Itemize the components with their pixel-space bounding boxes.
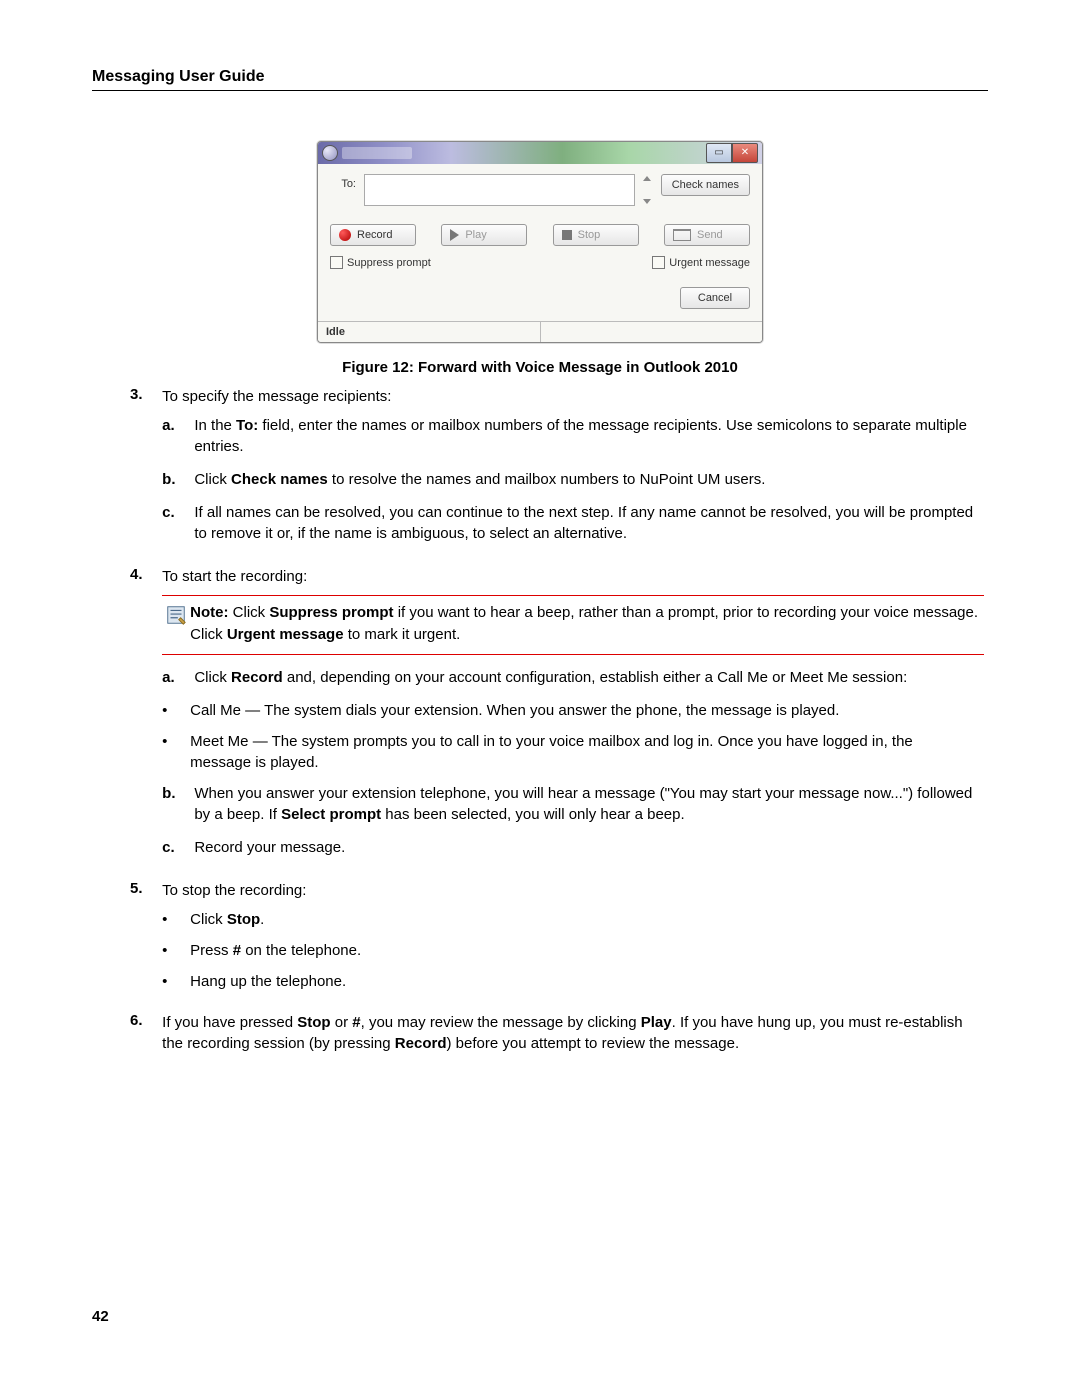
stop-icon bbox=[562, 230, 572, 240]
record-button[interactable]: Record bbox=[330, 224, 416, 246]
urgent-message-checkbox[interactable]: Urgent message bbox=[652, 256, 750, 269]
chevron-up-icon bbox=[643, 176, 651, 181]
step-4-text: To start the recording: bbox=[162, 568, 307, 585]
step-5-bullet-stop: •Click Stop. bbox=[162, 909, 984, 930]
record-icon bbox=[339, 229, 351, 241]
to-spinner[interactable] bbox=[643, 174, 653, 206]
window-minimize-button[interactable]: ▭ bbox=[706, 143, 732, 163]
step-3b: b. Click Check names to resolve the name… bbox=[162, 469, 984, 490]
to-label: To: bbox=[330, 174, 356, 206]
step-4b: b. When you answer your extension teleph… bbox=[162, 783, 984, 825]
page-number: 42 bbox=[92, 1308, 109, 1325]
step-4-bullet-meetme: •Meet Me — The system prompts you to cal… bbox=[162, 731, 984, 773]
step-5-text: To stop the recording: bbox=[162, 882, 306, 899]
step-3c: c. If all names can be resolved, you can… bbox=[162, 502, 984, 544]
check-names-button[interactable]: Check names bbox=[661, 174, 750, 196]
play-button[interactable]: Play bbox=[441, 224, 527, 246]
window-close-button[interactable]: ✕ bbox=[732, 143, 758, 163]
checkbox-icon bbox=[652, 256, 665, 269]
step-5-bullet-hangup: •Hang up the telephone. bbox=[162, 971, 984, 992]
figure-dialog: ▭ ✕ To: Check names Reco bbox=[92, 141, 988, 347]
globe-icon bbox=[322, 145, 338, 161]
step-4: 4. To start the recording: Note: Click S… bbox=[130, 566, 988, 870]
window-title-blurred bbox=[342, 147, 412, 159]
page-header: Messaging User Guide bbox=[92, 68, 988, 91]
checkbox-icon bbox=[330, 256, 343, 269]
status-bar: Idle bbox=[318, 321, 762, 342]
step-3: 3. To specify the message recipients: a.… bbox=[130, 386, 988, 556]
step-3a: a. In the To: field, enter the names or … bbox=[162, 415, 984, 457]
play-icon bbox=[450, 229, 459, 241]
stop-button[interactable]: Stop bbox=[553, 224, 639, 246]
cancel-button[interactable]: Cancel bbox=[680, 287, 750, 309]
status-text: Idle bbox=[318, 322, 541, 342]
step-3-text: To specify the message recipients: bbox=[162, 388, 391, 405]
to-input[interactable] bbox=[364, 174, 635, 206]
suppress-prompt-label: Suppress prompt bbox=[347, 257, 431, 269]
send-button[interactable]: Send bbox=[664, 224, 750, 246]
instructions: 3. To specify the message recipients: a.… bbox=[130, 386, 988, 1054]
step-4-bullet-callme: •Call Me — The system dials your extensi… bbox=[162, 700, 984, 721]
note-box: Note: Click Suppress prompt if you want … bbox=[162, 595, 984, 655]
chevron-down-icon bbox=[643, 199, 651, 204]
step-6: 6. If you have pressed Stop or #, you ma… bbox=[130, 1012, 988, 1054]
window-titlebar: ▭ ✕ bbox=[318, 142, 762, 164]
envelope-icon bbox=[673, 229, 691, 241]
step-4c: c. Record your message. bbox=[162, 837, 984, 858]
step-4a: a. Click Record and, depending on your a… bbox=[162, 667, 984, 688]
step-5: 5. To stop the recording: •Click Stop. •… bbox=[130, 880, 988, 1002]
note-icon bbox=[162, 602, 190, 646]
suppress-prompt-checkbox[interactable]: Suppress prompt bbox=[330, 256, 431, 269]
step-5-bullet-hash: •Press # on the telephone. bbox=[162, 940, 984, 961]
figure-caption: Figure 12: Forward with Voice Message in… bbox=[92, 359, 988, 376]
urgent-message-label: Urgent message bbox=[669, 257, 750, 269]
